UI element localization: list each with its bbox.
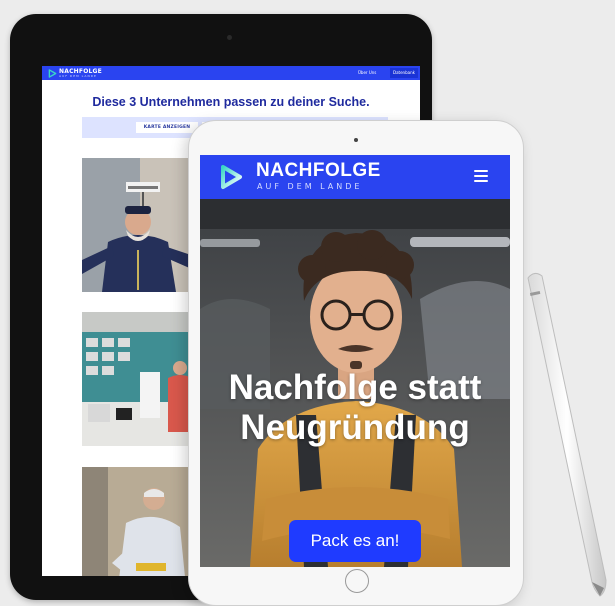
hero-headline-line2: Neugründung bbox=[240, 408, 470, 447]
logo-title[interactable]: NACHFOLGE bbox=[256, 160, 381, 182]
front-tablet-screen: NACHFOLGE AUF DEM LANDE Nachfolge statt … bbox=[200, 155, 510, 567]
navbar: NACHFOLGE AUF DEM LANDE Über Uns Datenba… bbox=[42, 66, 420, 80]
logo-subtitle: AUF DEM LANDE bbox=[257, 182, 363, 191]
results-heading: Diese 3 Unternehmen passen zu deiner Suc… bbox=[92, 95, 370, 109]
logo-subtitle: AUF DEM LANDE bbox=[59, 74, 97, 78]
listing-photo[interactable] bbox=[82, 158, 194, 292]
logo-mark-icon bbox=[48, 69, 57, 78]
navbar: NACHFOLGE AUF DEM LANDE bbox=[200, 155, 510, 199]
camera-icon bbox=[227, 35, 232, 40]
nav-link-database[interactable]: Datenbank bbox=[390, 68, 418, 78]
hero-headline: Nachfolge statt Neugründung bbox=[200, 368, 510, 448]
logo-mark-icon[interactable] bbox=[218, 164, 244, 190]
hamburger-menu-icon[interactable] bbox=[474, 170, 488, 182]
listing-photo[interactable] bbox=[82, 312, 194, 446]
pack-es-an-button[interactable]: Pack es an! bbox=[289, 520, 421, 562]
camera-icon bbox=[354, 138, 358, 142]
hero-headline-line1: Nachfolge statt bbox=[228, 368, 482, 407]
listing-photo[interactable] bbox=[82, 467, 194, 576]
show-map-button[interactable]: KARTE ANZEIGEN bbox=[136, 122, 198, 133]
home-button bbox=[345, 569, 369, 593]
stylus-pencil bbox=[527, 272, 607, 597]
nav-link-about[interactable]: Über Uns bbox=[358, 70, 376, 75]
front-tablet-device: NACHFOLGE AUF DEM LANDE Nachfolge statt … bbox=[188, 120, 524, 606]
